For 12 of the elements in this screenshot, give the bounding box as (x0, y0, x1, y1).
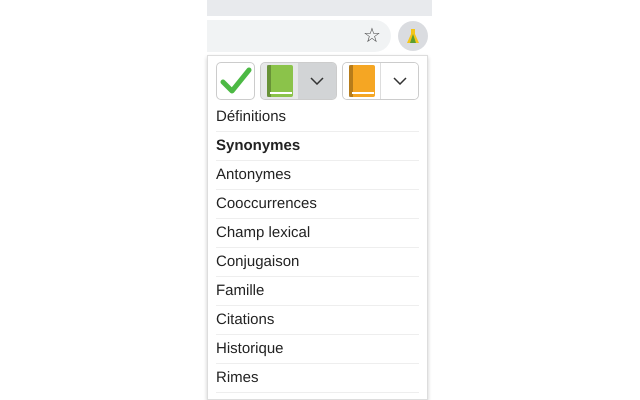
check-button[interactable] (216, 62, 255, 100)
flask-icon (407, 28, 419, 44)
extension-button[interactable] (398, 20, 428, 50)
chevron-down-icon (310, 77, 324, 85)
chevron-down-icon (392, 77, 406, 85)
checkmark-icon (220, 67, 252, 95)
dictionary-split-button[interactable] (260, 62, 337, 100)
dictionary-split-button[interactable] (342, 62, 419, 100)
dropdown-button[interactable] (380, 63, 418, 99)
bookmark-star-icon[interactable]: ☆ (363, 26, 381, 46)
address-bar[interactable]: ☆ (207, 20, 391, 52)
dropdown-button[interactable] (298, 63, 336, 99)
